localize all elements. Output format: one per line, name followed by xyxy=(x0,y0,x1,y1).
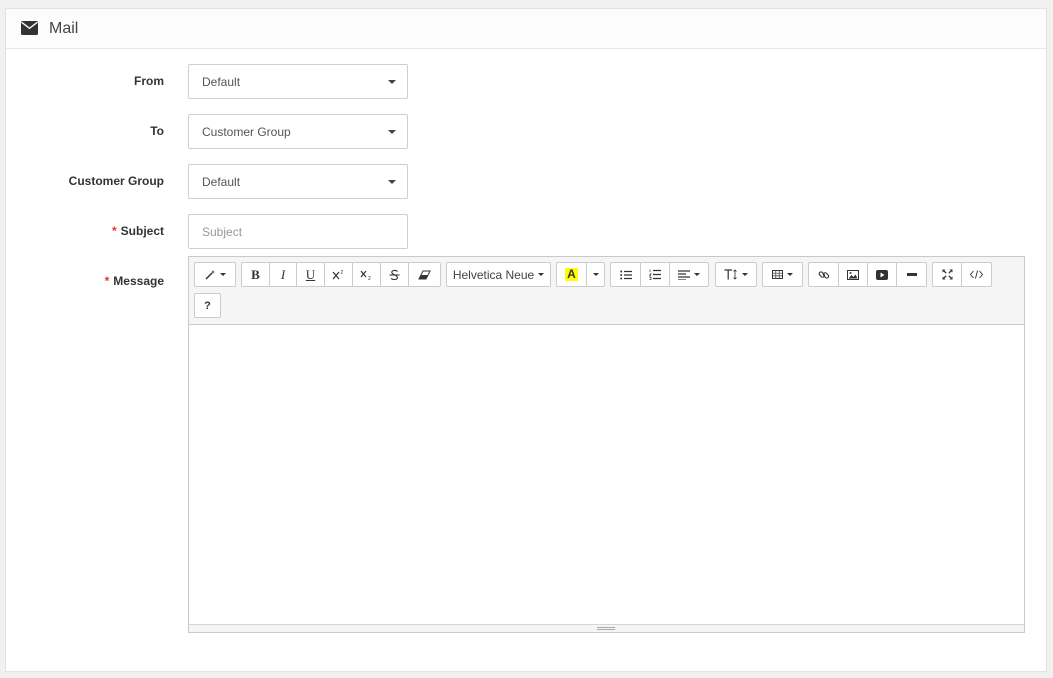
from-label: From xyxy=(134,74,164,88)
panel-title: Mail xyxy=(49,20,79,37)
message-label: * Message xyxy=(5,274,164,288)
subject-input[interactable] xyxy=(188,214,408,249)
italic-button[interactable]: I xyxy=(269,262,297,287)
text-height-icon xyxy=(724,269,737,280)
message-label-text: Message xyxy=(113,274,164,288)
unordered-list-button[interactable] xyxy=(610,262,641,287)
customer-group-select[interactable]: Default xyxy=(188,164,408,199)
strikethrough-icon xyxy=(389,269,400,280)
subject-label-text: Subject xyxy=(120,224,164,238)
fullscreen-icon xyxy=(942,269,952,280)
insert-picture-button[interactable] xyxy=(838,262,868,287)
required-mark: * xyxy=(111,224,117,238)
ordered-list-button[interactable] xyxy=(640,262,670,287)
align-left-icon xyxy=(678,269,690,280)
color-dropdown-button[interactable] xyxy=(586,262,605,287)
to-select-value: Customer Group xyxy=(202,125,291,139)
code-icon xyxy=(970,270,983,279)
superscript-button[interactable]: 2 xyxy=(324,262,353,287)
editor-toolbar: B I U 2 2 Helvetica Neue A ? xyxy=(189,257,1024,325)
customer-group-select-value: Default xyxy=(202,175,241,189)
envelope-icon xyxy=(21,21,38,35)
font-name-value: Helvetica Neue xyxy=(452,267,535,282)
required-mark: * xyxy=(104,274,110,288)
color-sample-letter: A xyxy=(565,267,578,281)
clear-format-button[interactable] xyxy=(408,262,441,287)
table-icon xyxy=(772,270,783,279)
fullscreen-button[interactable] xyxy=(932,262,962,287)
insert-video-button[interactable] xyxy=(867,262,897,287)
editor-resize-bar[interactable] xyxy=(189,624,1024,632)
subscript-button[interactable]: 2 xyxy=(352,262,381,287)
style-dropdown-button[interactable] xyxy=(194,262,236,287)
caret-down-icon xyxy=(219,273,226,276)
caret-down-icon xyxy=(538,273,545,276)
from-select-value: Default xyxy=(202,75,241,89)
recent-color-button[interactable]: A xyxy=(556,262,587,287)
subscript-icon: 2 xyxy=(360,270,371,280)
subject-label: * Subject xyxy=(5,224,164,238)
minus-icon xyxy=(906,273,917,276)
video-icon xyxy=(876,269,888,280)
caret-down-icon xyxy=(592,273,599,276)
message-editable-area[interactable] xyxy=(189,325,1024,624)
bold-button[interactable]: B xyxy=(241,262,270,287)
line-height-dropdown[interactable] xyxy=(715,262,757,287)
svg-text:2: 2 xyxy=(341,270,344,276)
panel-heading: Mail xyxy=(6,9,1046,49)
insert-link-button[interactable] xyxy=(808,262,839,287)
resize-grip-icon xyxy=(597,627,615,630)
font-name-dropdown[interactable]: Helvetica Neue xyxy=(446,262,551,287)
paragraph-align-dropdown[interactable] xyxy=(669,262,709,287)
svg-text:2: 2 xyxy=(368,276,371,280)
underline-button[interactable]: U xyxy=(296,262,325,287)
caret-down-icon xyxy=(694,273,700,276)
to-label: To xyxy=(150,124,164,138)
magic-wand-icon xyxy=(204,270,215,280)
to-select[interactable]: Customer Group xyxy=(188,114,408,149)
link-icon xyxy=(818,270,829,279)
strikethrough-button[interactable] xyxy=(380,262,409,287)
ordered-list-icon xyxy=(649,269,661,280)
unordered-list-icon xyxy=(619,270,632,279)
message-editor: B I U 2 2 Helvetica Neue A ? xyxy=(188,256,1025,633)
caret-down-icon xyxy=(787,273,793,276)
from-select[interactable]: Default xyxy=(188,64,408,99)
caret-down-icon xyxy=(388,180,396,184)
caret-down-icon xyxy=(388,130,396,134)
horizontal-rule-button[interactable] xyxy=(896,262,927,287)
code-view-button[interactable] xyxy=(961,262,992,287)
superscript-icon: 2 xyxy=(332,270,344,280)
caret-down-icon xyxy=(388,80,396,84)
table-dropdown[interactable] xyxy=(762,262,803,287)
customer-group-label: Customer Group xyxy=(68,174,164,188)
help-button[interactable]: ? xyxy=(194,293,221,318)
caret-down-icon xyxy=(742,273,748,276)
eraser-icon xyxy=(418,270,431,279)
picture-icon xyxy=(847,269,859,280)
